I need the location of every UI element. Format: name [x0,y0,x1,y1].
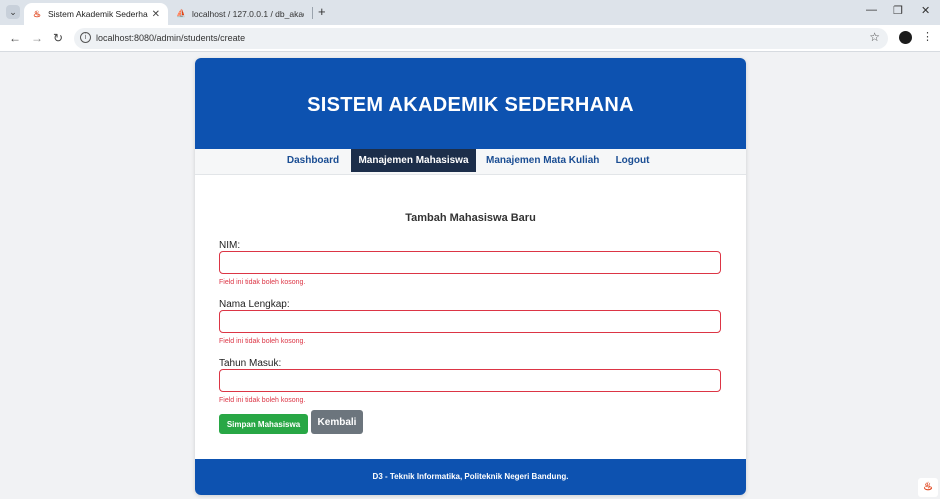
phpmyadmin-sail-icon: ⛵ [176,9,186,18]
nav-dashboard[interactable]: Dashboard [285,149,341,172]
tab-search-chevron-icon[interactable]: ⌄ [6,5,20,19]
minimize-icon[interactable]: — [866,4,877,16]
url-omnibox[interactable]: i localhost:8080/admin/students/create ☆ [74,28,888,49]
bookmark-star-icon[interactable]: ☆ [869,30,880,44]
nav-logout[interactable]: Logout [614,149,651,172]
nama-lengkap-error: Field ini tidak boleh kosong. [219,338,306,345]
form-title: Tambah Mahasiswa Baru [405,212,536,224]
window-close-icon[interactable]: ✕ [921,4,930,17]
browser-tab-strip: ⌄ ♨ Sistem Akademik Sederhana ✕ ⛵ localh… [0,0,940,25]
browser-menu-icon[interactable]: ⋮ [922,30,933,43]
tab-sistem-akademik[interactable]: ♨ Sistem Akademik Sederhana ✕ [24,3,168,25]
page-header: SISTEM AKADEMIK SEDERHANA [195,58,746,149]
nim-label: NIM: [219,240,241,251]
address-bar: ← → ↻ i localhost:8080/admin/students/cr… [0,25,940,52]
url-text[interactable]: localhost:8080/admin/students/create [96,33,245,43]
back-arrow-icon[interactable]: ← [9,31,21,45]
tab-title: Sistem Akademik Sederhana [48,9,148,19]
tab-title: localhost / 127.0.0.1 / db_akade [192,9,304,19]
nama-lengkap-input[interactable] [219,310,721,333]
site-title: SISTEM AKADEMIK SEDERHANA [307,94,634,116]
nim-error: Field ini tidak boleh kosong. [219,279,306,286]
page-card: SISTEM AKADEMIK SEDERHANA Dashboard Mana… [195,58,746,495]
tahun-masuk-label: Tahun Masuk: [219,358,282,369]
codeigniter-debug-toolbar-icon[interactable]: ♨ [918,478,938,497]
reload-icon[interactable]: ↻ [53,31,63,45]
main-nav: Dashboard Manajemen Mahasiswa Manajemen … [195,149,746,175]
close-icon[interactable]: ✕ [152,9,160,20]
profile-avatar[interactable] [899,31,912,44]
nim-input[interactable] [219,251,721,274]
tahun-masuk-error: Field ini tidak boleh kosong. [219,397,306,404]
nav-manajemen-mata-kuliah[interactable]: Manajemen Mata Kuliah [486,149,599,172]
new-tab-icon[interactable]: + [318,4,326,19]
nav-manajemen-mahasiswa[interactable]: Manajemen Mahasiswa [351,149,476,172]
forward-arrow-icon[interactable]: → [31,31,43,45]
page-footer: D3 - Teknik Informatika, Politeknik Nege… [195,459,746,495]
tab-phpmyadmin[interactable]: ⛵ localhost / 127.0.0.1 / db_akade [168,3,312,25]
restore-icon[interactable]: ❐ [893,4,903,17]
footer-text: D3 - Teknik Informatika, Politeknik Nege… [372,472,569,481]
simpan-mahasiswa-button[interactable]: Simpan Mahasiswa [219,414,308,434]
kembali-button[interactable]: Kembali [311,410,363,434]
nama-lengkap-label: Nama Lengkap: [219,299,290,310]
tab-divider [312,7,313,19]
tahun-masuk-input[interactable] [219,369,721,392]
codeigniter-flame-icon: ♨ [32,9,42,19]
site-info-icon[interactable]: i [80,32,91,43]
